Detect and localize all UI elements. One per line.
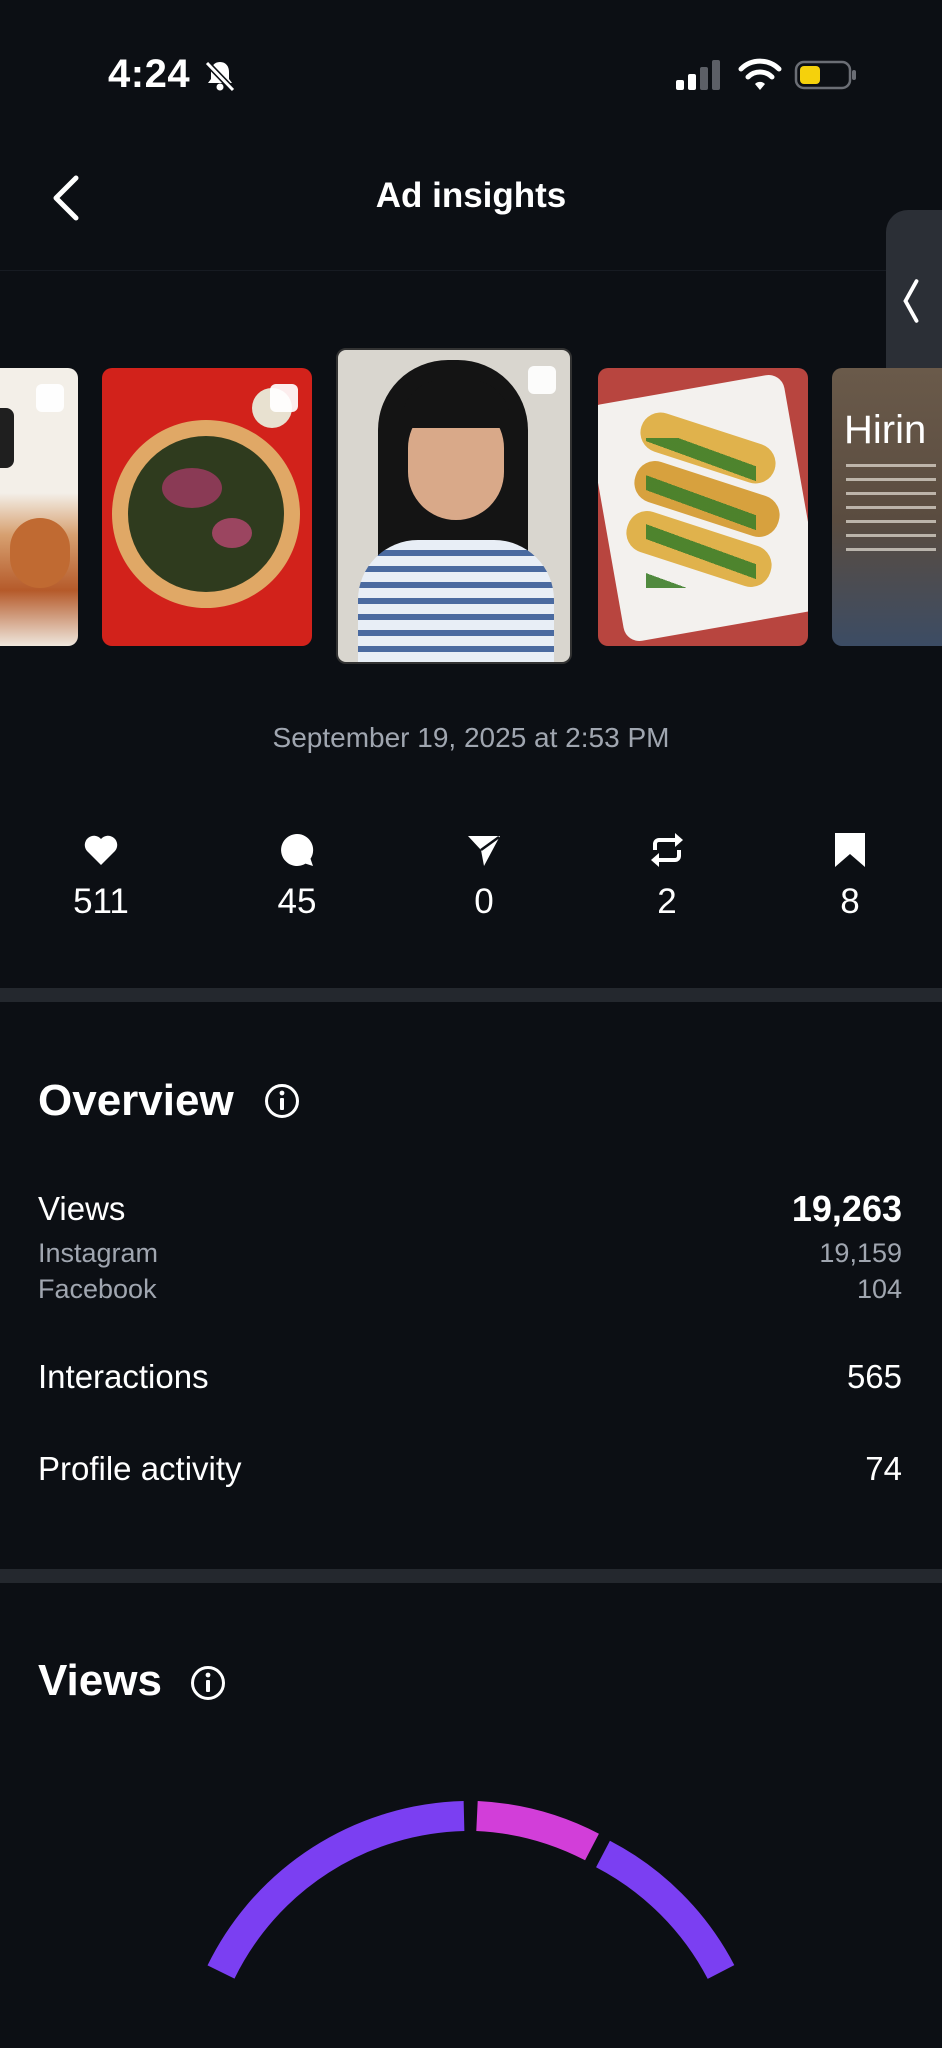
overview-info-icon[interactable] (264, 1083, 300, 1119)
views-info-icon[interactable] (190, 1665, 226, 1701)
likes-stat: 511 (41, 830, 161, 922)
views-section-title: Views (38, 1656, 162, 1705)
wifi-icon (738, 58, 782, 90)
hiring-ad-thumbnail[interactable]: Hirin (832, 368, 942, 646)
selection-checkbox[interactable] (270, 384, 298, 412)
comment-bubble-icon (281, 833, 314, 866)
comments-stat: 45 (237, 830, 357, 922)
selection-checkbox[interactable] (528, 366, 556, 394)
shares-count: 0 (474, 882, 494, 921)
views-arc-segment-purple (207, 1801, 465, 1979)
side-panel-handle[interactable] (886, 210, 942, 390)
post-date: September 19, 2025 at 2:53 PM (272, 722, 670, 753)
facebook-value: 104 (856, 1274, 902, 1304)
section-divider (0, 1569, 942, 1583)
section-divider (0, 988, 942, 1002)
saves-stat: 8 (790, 830, 910, 922)
heart-icon (84, 835, 118, 865)
views-donut-chart (207, 1801, 735, 1980)
battery-icon (794, 60, 856, 90)
instagram-label: Instagram (38, 1238, 159, 1268)
reposts-stat: 2 (607, 830, 727, 922)
views-value: 19,263 (791, 1188, 902, 1229)
bell-muted-icon (204, 60, 236, 93)
comments-count: 45 (277, 882, 317, 921)
instagram-value: 19,159 (819, 1238, 902, 1268)
pizza-ad-thumbnail[interactable] (102, 368, 312, 646)
views-arc-segment-pink (476, 1801, 599, 1861)
reposts-count: 2 (657, 882, 677, 921)
send-icon (468, 835, 500, 866)
overview-title: Overview (38, 1076, 234, 1125)
views-arc-segment-purple-right (595, 1840, 735, 1980)
cellular-signal-icon (676, 60, 720, 90)
profile-activity-label: Profile activity (38, 1450, 242, 1487)
likes-count: 511 (73, 882, 129, 921)
saves-count: 8 (840, 882, 860, 921)
interactions-value: 565 (846, 1358, 902, 1395)
page-title: Ad insights (375, 176, 567, 215)
bookmark-icon (835, 833, 865, 867)
burger-ad-thumbnail[interactable] (0, 368, 78, 646)
tacos-ad-thumbnail[interactable] (598, 368, 808, 646)
views-label: Views (38, 1190, 126, 1227)
hiring-headline: Hirin (844, 408, 927, 452)
header-divider (0, 270, 942, 271)
chevron-left-icon (903, 279, 919, 323)
shares-stat: 0 (424, 830, 544, 922)
facebook-label: Facebook (38, 1274, 157, 1304)
status-time: 4:24 (108, 52, 191, 96)
selection-checkbox[interactable] (36, 384, 64, 412)
repost-icon (651, 833, 683, 867)
interactions-label: Interactions (38, 1358, 209, 1395)
profile-activity-value: 74 (865, 1450, 902, 1487)
portrait-ad-thumbnail[interactable] (336, 348, 572, 664)
